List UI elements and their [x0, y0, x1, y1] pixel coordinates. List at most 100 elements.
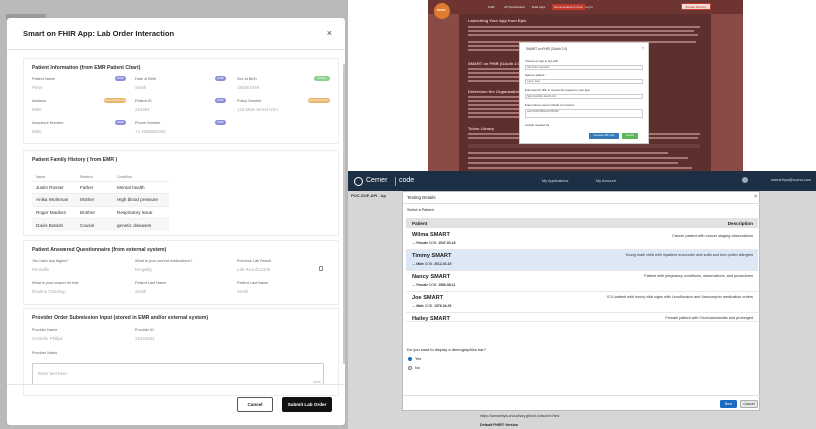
family-history-card: Patient Family History ( from EMR ) Name… — [23, 150, 339, 236]
address-value: Male — [32, 107, 42, 112]
medications-label: What is your current medications? — [135, 259, 193, 263]
cell: Brother — [76, 205, 113, 219]
provider-id-label: Provider ID — [135, 328, 154, 332]
dob-label: Date of Birth — [135, 77, 157, 81]
reason-label: What is your reason for test — [32, 281, 79, 285]
address-label: Address — [32, 99, 46, 103]
lab-result-label: Previous Lab Result — [237, 259, 271, 263]
launch-url-input[interactable]: https://sandbox.launch.com — [525, 94, 643, 99]
dob-value: 15/09/1978 — [237, 85, 259, 90]
launch-page-screenshot: FHIR API Specification Build Apps Docume… — [428, 0, 743, 171]
last-name-value: Smith — [237, 289, 249, 294]
text-line — [468, 162, 678, 164]
cerner-brand: Cerner — [366, 177, 388, 184]
text-line — [468, 157, 688, 159]
questionnaire-heading: Patient Answered Questionnaire (from ext… — [32, 247, 167, 253]
launch-url-label: Enter launch URL to receive the request … — [525, 88, 591, 92]
patient-description: Cancer patient with cancer staging obser… — [672, 234, 753, 238]
table-header-bar — [468, 144, 700, 148]
include-iss-checkbox[interactable]: Include required iss — [525, 123, 549, 127]
lab-order-modal: Smart on FHIR App: Lab Order Interaction… — [7, 18, 345, 425]
patient-id-value: 224454 — [135, 107, 150, 112]
close-icon[interactable]: × — [642, 46, 644, 50]
patient-row[interactable]: Wilma SMART — Female DOB: 1947-03-16 Can… — [406, 229, 758, 250]
patient-row[interactable]: Nancy SMART — Female DOB: 1980-08-11 Pat… — [406, 271, 758, 292]
modal-header: Smart on FHIR App: Lab Order Interaction… — [7, 18, 345, 50]
table-row: Roger Madsen Brother Respiratory issue — [32, 205, 169, 219]
provider-directory-button[interactable]: Provider Directory — [681, 3, 711, 10]
text-line — [468, 34, 698, 36]
provider-notes-input[interactable]: Enter text here — [32, 363, 324, 385]
external-source-tag: External Source — [104, 98, 126, 103]
notes-counter: 0/150 — [313, 380, 321, 384]
patient-row[interactable]: Hailey SMART Female patient with Chorioa… — [406, 313, 758, 322]
modal-footer: Cancel Submit Lab Order — [7, 384, 345, 425]
patient-table-header: Patient Description — [406, 218, 758, 228]
nav-item[interactable]: Build Apps — [532, 5, 545, 9]
patient-info-card: Patient Information (from EMR Patient Ch… — [23, 58, 339, 144]
no-label: No — [415, 366, 420, 370]
column-header: Condition — [117, 174, 132, 179]
patient-row[interactable]: Joe SMART — Male DOB: 1976-04-29 ICU pat… — [406, 292, 758, 313]
cancel-button[interactable]: Cancel — [237, 397, 273, 412]
nav-my-account[interactable]: My Account — [596, 179, 616, 183]
nav-my-applications[interactable]: My Applications — [542, 179, 568, 183]
section-heading: SMART on FHIR (OAuth 2.0) — [468, 61, 522, 66]
patient-select[interactable]: Lopez, Jose — [525, 79, 643, 84]
app-select[interactable]: Lab Order Interaction — [525, 65, 643, 70]
provider-heading: Provider Order Submission Input (stored … — [32, 315, 209, 321]
user-avatar-icon[interactable] — [742, 177, 748, 183]
cell: Respiratory issue — [113, 205, 169, 219]
submit-lab-order-button[interactable]: Submit Lab Order — [282, 397, 332, 412]
section-heading: Token Library — [468, 126, 495, 131]
last-name-value: Smith — [135, 289, 147, 294]
close-icon[interactable]: × — [327, 28, 332, 38]
cell: Justin Rosser — [32, 180, 76, 194]
generate-url-button[interactable]: Generate URL Only — [589, 133, 619, 139]
policy-number-value: 123 Main Street USA — [237, 107, 279, 112]
patient-dob: 1980-08-11 — [438, 283, 456, 287]
patient-dob: 2012-02-19 — [434, 262, 452, 266]
launch-button[interactable]: Launch — [622, 133, 638, 139]
patient-row-selected[interactable]: Timmy SMART — Male DOB: 2012-02-19 Young… — [406, 250, 758, 271]
table-row: Anika Workman Mother High blood pressure — [32, 193, 169, 206]
next-button[interactable]: Next — [720, 400, 737, 408]
modal-scrollbar[interactable] — [343, 64, 345, 364]
patient-name: Timmy SMART — [412, 253, 452, 259]
patient-name-value: Peter — [32, 85, 43, 90]
no-radio[interactable] — [408, 366, 412, 370]
nav-item[interactable]: FHIR — [488, 5, 495, 9]
dialog-title: Testing Details — [407, 195, 436, 200]
nav-item-active[interactable]: Documentation & Tools — [552, 4, 585, 10]
emr-tag: EMR — [115, 120, 126, 125]
tokens-input[interactable]: aud=%3D%7Bfhirurl%7D%26 — [525, 109, 643, 118]
user-email[interactable]: samarthya@sucha.com — [771, 178, 811, 182]
modal-title: Smart on FHIR App: Lab Order Interaction — [23, 29, 175, 38]
cancel-button[interactable]: Cancel — [740, 400, 758, 408]
emr-tag: EMR — [215, 76, 226, 81]
patient-info-heading: Patient Information (from EMR Patient Ch… — [32, 65, 141, 71]
close-icon[interactable]: × — [754, 194, 757, 200]
lab-result-value: Lab Result12445 — [237, 267, 271, 272]
last-name-label: Patient Last Name — [135, 281, 167, 285]
patient-sex: Female — [416, 283, 429, 287]
cell: Roger Madsen — [32, 205, 76, 219]
patient-meta: — Female DOB: 1980-08-11 — [412, 283, 456, 287]
text-line — [468, 152, 668, 154]
provider-id-value: 22444554 — [135, 336, 155, 341]
column-header: Patient — [412, 221, 428, 226]
patient-meta: — Male DOB: 2012-02-19 — [412, 262, 452, 266]
nav-item[interactable]: Log In — [585, 5, 593, 9]
patient-id-label: Patient ID — [135, 99, 152, 103]
patient-tag: Patient — [314, 76, 330, 81]
cell: Anika Workman — [32, 193, 76, 206]
nav-item[interactable]: API Specification — [504, 5, 525, 9]
patient-name: Hailey SMART — [412, 316, 450, 322]
app-label: Choose an app to test with: — [525, 59, 559, 63]
yes-radio[interactable] — [408, 357, 412, 361]
testing-details-dialog: Testing Details × Select a Patient: Pati… — [402, 191, 761, 411]
text-line — [468, 167, 692, 169]
column-header: Name — [36, 174, 46, 179]
document-icon[interactable] — [319, 266, 323, 271]
brand-divider — [395, 177, 396, 186]
